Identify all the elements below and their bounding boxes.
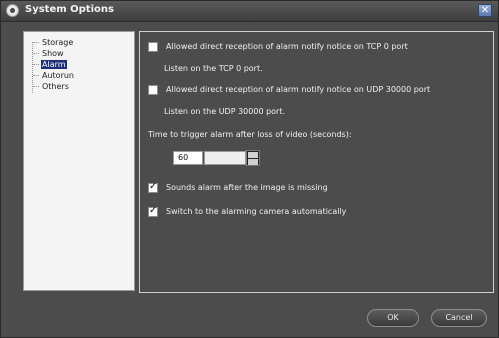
cancel-button[interactable]: Cancel [431,309,487,327]
system-options-window: System Options ✕ Storage Show Alarm Auto… [0,0,499,338]
tree-item-others[interactable]: Others [33,81,70,92]
udp-reception-label: Allowed direct reception of alarm notify… [166,85,431,94]
tcp-reception-checkbox[interactable] [148,42,158,52]
spin-down-button[interactable] [248,159,258,165]
trigger-time-label: Time to trigger alarm after loss of vide… [148,130,352,139]
tree-item-autorun[interactable]: Autorun [33,70,75,81]
tree-item-show[interactable]: Show [33,48,65,59]
spin-up-button[interactable] [248,152,258,158]
sound-alarm-label: Sounds alarm after the image is missing [166,183,328,192]
ok-button[interactable]: OK [367,309,419,327]
app-icon [6,4,19,17]
tree-item-storage[interactable]: Storage [33,37,74,48]
udp-listen-hint: Listen on the UDP 30000 port. [164,107,286,116]
tcp-listen-hint: Listen on the TCP 0 port. [164,64,263,73]
options-tree: Storage Show Alarm Autorun Others [23,31,135,291]
trigger-time-input[interactable]: 60 [173,151,203,165]
trigger-time-field-track [204,151,246,165]
sound-alarm-checkbox[interactable] [148,181,158,193]
trigger-time-spinner[interactable] [246,150,260,166]
tcp-reception-label: Allowed direct reception of alarm notify… [166,42,408,51]
title-bar: System Options ✕ [1,1,498,22]
window-title: System Options [25,4,114,15]
switch-camera-checkbox[interactable] [148,205,158,217]
tree-item-alarm[interactable]: Alarm [33,59,67,70]
udp-reception-checkbox[interactable] [148,85,158,95]
switch-camera-label: Switch to the alarming camera automatica… [166,207,347,216]
close-button[interactable]: ✕ [478,4,492,17]
